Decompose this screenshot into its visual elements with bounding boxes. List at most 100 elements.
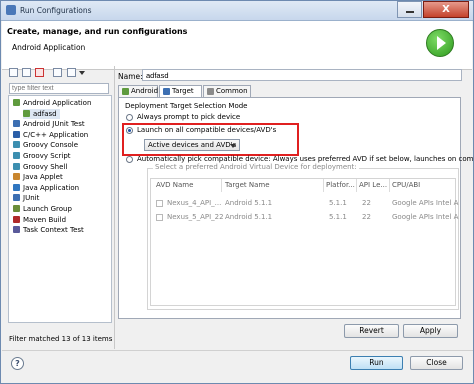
radio-always-prompt[interactable] [126,114,133,121]
avd-group: Select a preferred Android Virtual Devic… [147,163,459,310]
deployment-group-label: Deployment Target Selection Mode [125,102,248,110]
tree-item-label: Android JUnit Test [23,120,85,129]
filter-menu-chevron-down-icon[interactable] [79,71,85,75]
tree-item[interactable]: Android JUnit Test [13,119,85,129]
col-api-level[interactable]: API Le... [359,181,387,191]
maven-icon [13,215,20,223]
avd-cell: 22 [362,199,371,207]
tree-item[interactable]: C/C++ Application [13,130,88,140]
radio-always-prompt-label: Always prompt to pick device [137,113,241,121]
tree-item[interactable]: Groovy Shell [13,162,67,172]
target-tab-icon [163,88,170,95]
target-panel: Deployment Target Selection Mode Always … [118,97,474,319]
avd-cell: Nexus_5_API_22 [167,213,224,221]
avd-cell: Google APIs Intel A [392,199,459,207]
android-app-icon [13,99,20,106]
groovy-icon [13,152,20,159]
config-tree[interactable]: Android Application adfasd Android JUnit T… [8,95,112,323]
footer-divider [2,350,473,351]
tree-item[interactable]: Launch Group [13,204,72,214]
tab-label: Common [216,87,248,95]
common-tab-icon [207,88,214,95]
avd-row-checkbox[interactable] [156,200,163,207]
column-separator [389,179,390,192]
radio-auto-pick[interactable] [126,156,133,163]
col-cpu-abi[interactable]: CPU/ABI [392,181,420,191]
column-separator [323,179,324,192]
delete-config-icon[interactable] [35,68,44,77]
avd-cell: 22 [362,213,371,221]
new-config-icon[interactable] [9,68,18,77]
dialog-header: Create, manage, and run configurations A… [2,21,472,70]
avd-table[interactable]: AVD Name Target Name Platfor... API Le..… [150,178,459,306]
tab-label: Android [131,87,159,95]
close-button[interactable]: Close [410,356,463,370]
avd-cell: 5.1.1 [329,199,347,207]
header-subtitle: Android Application [12,43,86,52]
apply-button[interactable]: Apply [403,324,458,338]
avd-group-label: Select a preferred Android Virtual Devic… [153,163,359,171]
avd-cell: Google APIs Intel A [392,213,459,221]
java-app-icon [13,183,20,191]
tree-item[interactable]: Java Application [13,183,79,193]
avd-cell: Nexus_4_API_... [167,199,222,207]
column-separator [221,179,222,192]
run-button[interactable]: Run [350,356,403,370]
tree-item-label: Groovy Script [23,152,71,160]
revert-button[interactable]: Revert [344,324,399,338]
tree-item-label: Groovy Shell [23,162,68,171]
tab-android[interactable]: Android [118,85,158,97]
tree-item[interactable]: Groovy Console [13,140,78,150]
tree-item[interactable]: Task Context Test [13,225,84,235]
window-close-button[interactable]: X [423,1,469,18]
radio-launch-all[interactable] [126,127,133,134]
tab-label: Target [172,87,194,95]
name-label: Name: [118,72,143,81]
junit-icon [13,194,20,202]
col-avd-name[interactable]: AVD Name [156,181,193,191]
tree-item[interactable]: Java Applet [13,172,63,182]
tree-item-label: adfasd [33,109,57,118]
task-icon [13,226,20,234]
tree-item-label: Android Application [23,99,92,107]
pane-splitter[interactable] [114,66,115,349]
config-toolbar [7,66,112,80]
window-title: Run Configurations [20,6,92,15]
minimize-button[interactable] [397,1,422,18]
tree-item-label: Groovy Console [23,141,79,150]
filter-config-icon[interactable] [67,68,76,77]
duplicate-config-icon[interactable] [22,68,31,77]
android-config-icon [23,109,30,117]
title-bar[interactable]: Run Configurations X [1,1,473,21]
tree-item[interactable]: JUnit [13,193,39,203]
tree-item-label: Java Applet [23,173,63,182]
filter-input[interactable] [9,83,109,94]
tree-item-label: Launch Group [23,205,72,213]
tree-item[interactable]: Groovy Script [13,151,71,161]
tree-item[interactable]: adfasd [23,108,60,119]
col-target-name[interactable]: Target Name [225,181,270,191]
radio-auto-pick-label: Automatically pick compatible device: Al… [137,155,474,163]
run-configurations-window: Run Configurations X Create, manage, and… [0,0,474,384]
select-value: Active devices and AVD's [148,141,237,149]
avd-cell: Android 5.1.1 [225,213,273,221]
chevron-down-icon [230,144,236,148]
tab-common[interactable]: Common [203,85,251,97]
junit-icon [13,120,20,128]
launch-target-select[interactable]: Active devices and AVD's [144,139,240,151]
name-field[interactable] [142,69,462,81]
avd-row-checkbox[interactable] [156,214,163,221]
tree-item-label: C/C++ Application [23,130,89,139]
col-platform[interactable]: Platfor... [326,181,355,191]
groovy-icon [13,162,20,170]
tree-item[interactable]: Maven Build [13,215,66,225]
help-icon[interactable]: ? [11,357,24,370]
tree-item-label: Task Context Test [23,226,84,235]
c-app-icon [13,130,20,138]
tree-item-label: Java Application [23,183,80,192]
java-applet-icon [13,173,20,181]
tree-item[interactable]: Android Application [13,98,91,108]
radio-launch-all-label: Launch on all compatible devices/AVD's [137,126,277,134]
tree-item-label: JUnit [23,194,40,203]
collapse-all-icon[interactable] [53,68,62,77]
